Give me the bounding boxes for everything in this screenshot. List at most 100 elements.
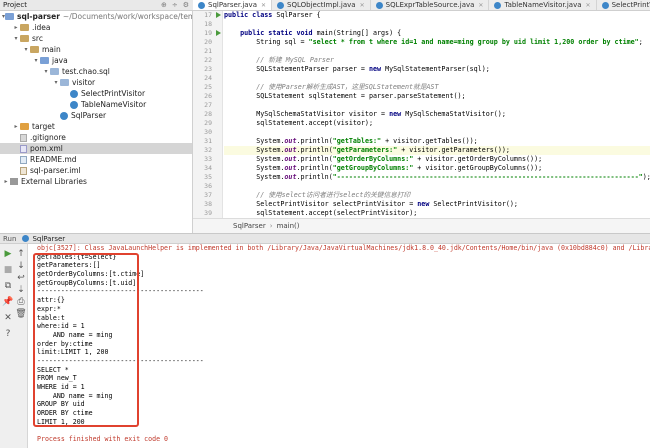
tree-item[interactable]: README.md — [0, 154, 192, 165]
tree-item[interactable]: ▾ test.chao.sql — [0, 66, 192, 77]
close-icon[interactable]: ✕ — [586, 0, 591, 10]
expand-arrow-icon[interactable]: ▾ — [32, 55, 40, 66]
code-line[interactable]: System.out.println("getParameters:" + vi… — [224, 146, 650, 155]
pin-icon[interactable]: 📌 — [2, 297, 13, 307]
run-gutter-icon[interactable] — [216, 30, 221, 36]
code-token: MySqlStatementParser(sql); — [385, 65, 490, 73]
expand-arrow-icon[interactable]: ▾ — [22, 44, 30, 55]
code-line[interactable] — [224, 47, 650, 56]
run-gutter-icon[interactable] — [216, 12, 221, 18]
expand-arrow-icon[interactable]: ▾ — [52, 77, 60, 88]
folder-icon — [30, 46, 39, 53]
expand-arrow-icon[interactable]: ▾ — [42, 66, 50, 77]
tree-item-label: test.chao.sql — [62, 67, 110, 76]
line-number: 18 — [204, 20, 212, 28]
soft-wrap-icon[interactable]: ↩ — [16, 273, 26, 283]
code-line[interactable]: System.out.println("--------------------… — [224, 173, 650, 182]
code-line[interactable] — [224, 20, 650, 29]
code-line[interactable]: String sql = "select * from t where id=1… — [224, 38, 650, 47]
code-line[interactable]: SQLStatement sqlStatement = parser.parse… — [224, 92, 650, 101]
code-line[interactable]: System.out.println("getGroupByColumns:" … — [224, 164, 650, 173]
breadcrumb-item[interactable]: SqlParser — [233, 222, 266, 230]
code-line[interactable]: System.out.println("getOrderByColumns:" … — [224, 155, 650, 164]
tree-item[interactable]: SqlParser — [0, 110, 192, 121]
run-tab-label: SqlParser — [32, 234, 66, 243]
tree-item[interactable]: ▾ java — [0, 55, 192, 66]
tree-item[interactable]: ▾ main — [0, 44, 192, 55]
class-icon — [375, 2, 383, 9]
tree-item[interactable]: .gitignore — [0, 132, 192, 143]
rerun-icon[interactable]: ▶ — [3, 249, 13, 259]
sync-icon[interactable]: ⊕ — [161, 1, 167, 9]
tree-item[interactable]: ▸ target — [0, 121, 192, 132]
collapse-arrow-icon[interactable]: ▸ — [12, 22, 20, 33]
tree-item[interactable]: ▸ .idea — [0, 22, 192, 33]
close-icon[interactable]: ✕ — [360, 0, 365, 10]
tree-item[interactable]: pom.xml — [0, 143, 192, 154]
editor-tab[interactable]: SQLObjectImpl.java ✕ — [272, 0, 371, 10]
collapse-arrow-icon[interactable]: ▸ — [2, 176, 10, 187]
gear-icon[interactable]: ⚙ — [183, 1, 189, 9]
tree-item[interactable]: ▾ src — [0, 33, 192, 44]
tree-item[interactable]: SelectPrintVisitor — [0, 88, 192, 99]
scroll-up-icon[interactable]: ↑ — [16, 249, 26, 259]
run-tab[interactable]: SqlParser — [22, 235, 65, 243]
collapse-arrow-icon[interactable]: ▸ — [12, 121, 20, 132]
close-icon[interactable]: ✕ — [261, 0, 266, 10]
editor-tab[interactable]: SqlParser.java ✕ — [193, 0, 273, 10]
code-line[interactable] — [224, 182, 650, 191]
tree-item[interactable]: ▸ External Libraries — [0, 176, 192, 187]
breadcrumb-separator: › — [269, 222, 273, 230]
editor-tab[interactable]: SQLExprTableSource.java ✕ — [371, 0, 490, 10]
tree-item[interactable]: ▾ visitor — [0, 77, 192, 88]
tree-item[interactable]: sql-parser.iml — [0, 165, 192, 176]
help-icon[interactable]: ? — [3, 329, 13, 339]
stop-icon[interactable]: ■ — [3, 265, 13, 275]
editor-tab[interactable]: TableNameVisitor.java ✕ — [489, 0, 597, 10]
restore-layout-icon[interactable]: ⧉ — [3, 281, 13, 291]
tree-item-label: SqlParser — [71, 111, 107, 120]
project-tree[interactable]: ▾ sql-parser ~/Documents/work/workspace/te… — [0, 11, 193, 233]
folder-icon — [20, 24, 29, 31]
code-line[interactable]: System.out.println("getTables:" + visito… — [224, 137, 650, 146]
project-panel-title[interactable]: Project — [3, 1, 27, 9]
code-line[interactable]: public class SqlParser { — [224, 11, 650, 20]
collapse-icon[interactable]: ÷ — [172, 1, 178, 9]
code-token: + visitor.getOrderByColumns()); — [413, 155, 543, 163]
close-icon[interactable]: ✕ — [3, 313, 13, 323]
line-number: 29 — [204, 119, 212, 127]
code-line[interactable]: // 新建 MySQL Parser — [224, 56, 650, 65]
editor-tab[interactable]: SelectPrintVisitor.java✕ — [597, 0, 650, 10]
code-line[interactable]: MySqlSchemaStatVisitor visitor = new MyS… — [224, 110, 650, 119]
scroll-down-icon[interactable]: ↓ — [16, 261, 26, 271]
code-line[interactable]: SQLStatementParser parser = new MySqlSta… — [224, 65, 650, 74]
tree-item-path: ~/Documents/work/workspace/temp/s — [62, 12, 193, 21]
code-editor[interactable]: public class SqlParser { public static v… — [224, 11, 650, 218]
print-icon[interactable]: ⎙ — [16, 297, 26, 307]
tree-item-label: pom.xml — [30, 144, 63, 153]
code-line[interactable] — [224, 101, 650, 110]
code-line[interactable]: public static void main(String[] args) { — [224, 29, 650, 38]
line-number: 36 — [204, 182, 212, 190]
clear-icon[interactable]: 🗑 — [15, 309, 26, 319]
code-line[interactable]: SelectPrintVisitor selectPrintVisitor = … — [224, 200, 650, 209]
code-token: "getParameters:" — [332, 146, 398, 154]
code-token: new — [417, 200, 434, 208]
expand-arrow-icon[interactable]: ▾ — [12, 33, 20, 44]
scroll-to-end-icon[interactable]: ⇣ — [16, 285, 26, 295]
code-line[interactable]: // 使用Parser解析生成AST，这里SQLStatement就是AST — [224, 83, 650, 92]
code-line[interactable] — [224, 74, 650, 83]
tree-item[interactable]: TableNameVisitor — [0, 99, 192, 110]
console-output[interactable]: objc[3527]: Class JavaLaunchHelper is im… — [28, 244, 650, 448]
code-token: sqlStatement.accept(visitor); — [224, 119, 373, 127]
code-line[interactable]: // 使用select访问者进行select的关键信息打印 — [224, 191, 650, 200]
code-line[interactable]: sqlStatement.accept(visitor); — [224, 119, 650, 128]
breadcrumb-item[interactable]: main() — [277, 222, 300, 230]
code-line[interactable]: sqlStatement.accept(selectPrintVisitor); — [224, 209, 650, 218]
editor-tabs: SqlParser.java ✕ SQLObjectImpl.java ✕ SQLExp… — [193, 0, 650, 11]
tree-item[interactable]: ▾ sql-parser ~/Documents/work/workspace/te… — [0, 11, 192, 22]
line-number: 35 — [204, 173, 212, 181]
close-icon[interactable]: ✕ — [478, 0, 483, 10]
console-line: getOrderByColumns:[t.ctime] — [37, 270, 145, 279]
code-line[interactable] — [224, 128, 650, 137]
